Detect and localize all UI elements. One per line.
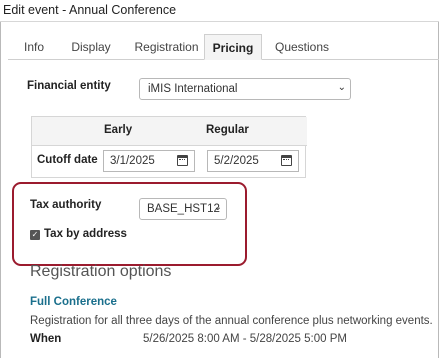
calendar-icon[interactable] xyxy=(174,153,192,169)
col-early-header: Early xyxy=(104,124,133,136)
window-title: Edit event - Annual Conference xyxy=(3,3,177,17)
when-label: When xyxy=(30,333,62,345)
tax-authority-value: BASE_HST12 xyxy=(147,203,220,215)
tax-settings-highlight xyxy=(12,182,247,266)
tax-authority-select[interactable]: BASE_HST12 ⌄ xyxy=(139,198,227,220)
chevron-down-icon: ⌄ xyxy=(213,202,222,213)
cutoff-date-label: Cutoff date xyxy=(37,154,98,166)
financial-entity-label: Financial entity xyxy=(27,80,111,92)
tax-authority-label: Tax authority xyxy=(30,199,102,211)
financial-entity-value: iMIS International xyxy=(148,83,238,95)
financial-entity-select[interactable]: iMIS International ⌄ xyxy=(139,78,351,100)
tab-info[interactable]: Info xyxy=(16,34,52,60)
registration-options-heading: Registration options xyxy=(30,263,172,280)
tax-by-address-label: Tax by address xyxy=(44,228,127,240)
col-regular-header: Regular xyxy=(206,124,249,136)
calendar-icon[interactable] xyxy=(278,153,296,169)
tab-registration[interactable]: Registration xyxy=(127,34,206,60)
regular-cutoff-date-input[interactable]: 5/2/2025 xyxy=(207,150,299,172)
full-conference-link[interactable]: Full Conference xyxy=(30,296,117,308)
tax-by-address-checkbox[interactable]: ✓ xyxy=(30,230,40,240)
pricing-cutoff-grid: Early Regular Cutoff date 3/1/2025 5/2/2… xyxy=(31,116,307,178)
when-value: 5/26/2025 8:00 AM - 5/28/2025 5:00 PM xyxy=(143,333,347,345)
chevron-down-icon: ⌄ xyxy=(337,82,346,93)
tab-pricing[interactable]: Pricing xyxy=(204,34,262,60)
registration-description: Registration for all three days of the a… xyxy=(30,315,433,327)
tab-questions[interactable]: Questions xyxy=(270,34,334,60)
early-cutoff-date-value: 3/1/2025 xyxy=(110,155,155,167)
regular-cutoff-date-value: 5/2/2025 xyxy=(214,155,259,167)
tab-strip: Info Display Registration Pricing Questi… xyxy=(8,34,439,60)
grid-header xyxy=(32,117,307,146)
early-cutoff-date-input[interactable]: 3/1/2025 xyxy=(103,150,195,172)
title-bar: Edit event - Annual Conference xyxy=(0,0,439,22)
tab-display[interactable]: Display xyxy=(63,34,119,60)
